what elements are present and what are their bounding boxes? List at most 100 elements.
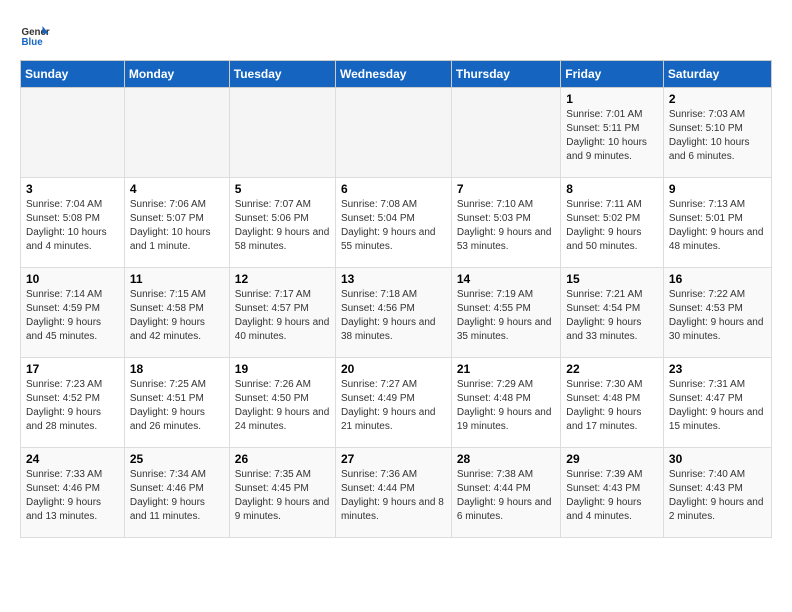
day-number: 17: [26, 362, 119, 376]
calendar-week-row: 17 Sunrise: 7:23 AM Sunset: 4:52 PM Dayli…: [21, 358, 772, 448]
weekday-header-sunday: Sunday: [21, 61, 125, 88]
calendar-cell: 8Sunrise: 7:11 AM Sunset: 5:02 PM Daylig…: [561, 178, 664, 268]
day-number: 16: [669, 272, 766, 286]
calendar-cell: 6 Sunrise: 7:08 AM Sunset: 5:04 PM Daylig…: [335, 178, 451, 268]
day-number: 6: [341, 182, 446, 196]
calendar-week-row: 10 Sunrise: 7:14 AM Sunset: 4:59 PM Dayli…: [21, 268, 772, 358]
calendar-cell: [451, 88, 560, 178]
day-info: Sunrise: 7:18 AM Sunset: 4:56 PM Dayligh…: [341, 288, 446, 344]
day-number: 5: [235, 182, 330, 196]
day-info: Sunrise: 7:38 AM Sunset: 4:44 PM Dayligh…: [457, 468, 555, 524]
day-number: 10: [26, 272, 119, 286]
calendar-cell: 12 Sunrise: 7:17 AM Sunset: 4:57 PM Dayli…: [229, 268, 335, 358]
day-info: Sunrise: 7:06 AM Sunset: 5:07 PM Dayligh…: [130, 198, 224, 254]
day-number: 3: [26, 182, 119, 196]
day-number: 2: [669, 92, 766, 106]
calendar-week-row: 24 Sunrise: 7:33 AM Sunset: 4:46 PM Dayli…: [21, 448, 772, 538]
calendar-cell: 19 Sunrise: 7:26 AM Sunset: 4:50 PM Dayli…: [229, 358, 335, 448]
day-number: 27: [341, 452, 446, 466]
day-info: Sunrise: 7:13 AM Sunset: 5:01 PM Dayligh…: [669, 198, 766, 254]
weekday-header-row: SundayMondayTuesdayWednesdayThursdayFrid…: [21, 61, 772, 88]
day-info: Sunrise: 7:39 AM Sunset: 4:43 PM Dayligh…: [566, 468, 658, 524]
day-number: 25: [130, 452, 224, 466]
day-info: Sunrise: 7:22 AM Sunset: 4:53 PM Dayligh…: [669, 288, 766, 344]
day-number: 9: [669, 182, 766, 196]
calendar-cell: 20 Sunrise: 7:27 AM Sunset: 4:49 PM Dayli…: [335, 358, 451, 448]
day-info: Sunrise: 7:23 AM Sunset: 4:52 PM Dayligh…: [26, 378, 119, 434]
day-number: 12: [235, 272, 330, 286]
day-number: 11: [130, 272, 224, 286]
calendar-cell: 1Sunrise: 7:01 AM Sunset: 5:11 PM Daylig…: [561, 88, 664, 178]
day-number: 19: [235, 362, 330, 376]
day-info: Sunrise: 7:36 AM Sunset: 4:44 PM Dayligh…: [341, 468, 446, 524]
calendar-cell: 2 Sunrise: 7:03 AM Sunset: 5:10 PM Daylig…: [663, 88, 771, 178]
day-number: 24: [26, 452, 119, 466]
weekday-header-thursday: Thursday: [451, 61, 560, 88]
calendar-cell: [21, 88, 125, 178]
calendar-week-row: 1Sunrise: 7:01 AM Sunset: 5:11 PM Daylig…: [21, 88, 772, 178]
day-info: Sunrise: 7:25 AM Sunset: 4:51 PM Dayligh…: [130, 378, 224, 434]
day-number: 14: [457, 272, 555, 286]
calendar-cell: 15 Sunrise: 7:21 AM Sunset: 4:54 PM Dayli…: [561, 268, 664, 358]
day-number: 30: [669, 452, 766, 466]
weekday-header-saturday: Saturday: [663, 61, 771, 88]
calendar-cell: 16 Sunrise: 7:22 AM Sunset: 4:53 PM Dayli…: [663, 268, 771, 358]
day-number: 15: [566, 272, 658, 286]
calendar-cell: 17 Sunrise: 7:23 AM Sunset: 4:52 PM Dayli…: [21, 358, 125, 448]
calendar-cell: 27 Sunrise: 7:36 AM Sunset: 4:44 PM Dayli…: [335, 448, 451, 538]
weekday-header-wednesday: Wednesday: [335, 61, 451, 88]
day-number: 28: [457, 452, 555, 466]
day-info: Sunrise: 7:27 AM Sunset: 4:49 PM Dayligh…: [341, 378, 446, 434]
weekday-header-friday: Friday: [561, 61, 664, 88]
day-info: Sunrise: 7:34 AM Sunset: 4:46 PM Dayligh…: [130, 468, 224, 524]
calendar-cell: 21 Sunrise: 7:29 AM Sunset: 4:48 PM Dayli…: [451, 358, 560, 448]
svg-text:Blue: Blue: [22, 37, 44, 48]
calendar-cell: 22 Sunrise: 7:30 AM Sunset: 4:48 PM Dayli…: [561, 358, 664, 448]
day-info: Sunrise: 7:03 AM Sunset: 5:10 PM Dayligh…: [669, 108, 766, 164]
weekday-header-tuesday: Tuesday: [229, 61, 335, 88]
day-number: 22: [566, 362, 658, 376]
day-info: Sunrise: 7:30 AM Sunset: 4:48 PM Dayligh…: [566, 378, 658, 434]
calendar-cell: 28 Sunrise: 7:38 AM Sunset: 4:44 PM Dayli…: [451, 448, 560, 538]
calendar-cell: 18Sunrise: 7:25 AM Sunset: 4:51 PM Dayli…: [124, 358, 229, 448]
calendar-cell: 10 Sunrise: 7:14 AM Sunset: 4:59 PM Dayli…: [21, 268, 125, 358]
calendar-cell: 26Sunrise: 7:35 AM Sunset: 4:45 PM Dayli…: [229, 448, 335, 538]
day-number: 29: [566, 452, 658, 466]
day-info: Sunrise: 7:08 AM Sunset: 5:04 PM Dayligh…: [341, 198, 446, 254]
calendar-week-row: 3 Sunrise: 7:04 AM Sunset: 5:08 PM Daylig…: [21, 178, 772, 268]
day-info: Sunrise: 7:19 AM Sunset: 4:55 PM Dayligh…: [457, 288, 555, 344]
calendar-cell: 24 Sunrise: 7:33 AM Sunset: 4:46 PM Dayli…: [21, 448, 125, 538]
day-info: Sunrise: 7:10 AM Sunset: 5:03 PM Dayligh…: [457, 198, 555, 254]
day-info: Sunrise: 7:33 AM Sunset: 4:46 PM Dayligh…: [26, 468, 119, 524]
calendar-cell: 3 Sunrise: 7:04 AM Sunset: 5:08 PM Daylig…: [21, 178, 125, 268]
calendar-cell: 25 Sunrise: 7:34 AM Sunset: 4:46 PM Dayli…: [124, 448, 229, 538]
calendar-cell: 29 Sunrise: 7:39 AM Sunset: 4:43 PM Dayli…: [561, 448, 664, 538]
day-info: Sunrise: 7:21 AM Sunset: 4:54 PM Dayligh…: [566, 288, 658, 344]
day-info: Sunrise: 7:01 AM Sunset: 5:11 PM Dayligh…: [566, 108, 658, 164]
logo: General Blue: [20, 20, 54, 50]
day-info: Sunrise: 7:14 AM Sunset: 4:59 PM Dayligh…: [26, 288, 119, 344]
day-info: Sunrise: 7:17 AM Sunset: 4:57 PM Dayligh…: [235, 288, 330, 344]
day-info: Sunrise: 7:04 AM Sunset: 5:08 PM Dayligh…: [26, 198, 119, 254]
calendar-cell: 30Sunrise: 7:40 AM Sunset: 4:43 PM Dayli…: [663, 448, 771, 538]
calendar-cell: 13Sunrise: 7:18 AM Sunset: 4:56 PM Dayli…: [335, 268, 451, 358]
calendar-cell: 4 Sunrise: 7:06 AM Sunset: 5:07 PM Daylig…: [124, 178, 229, 268]
calendar-cell: 7 Sunrise: 7:10 AM Sunset: 5:03 PM Daylig…: [451, 178, 560, 268]
day-number: 4: [130, 182, 224, 196]
calendar-cell: [229, 88, 335, 178]
calendar-cell: 23 Sunrise: 7:31 AM Sunset: 4:47 PM Dayli…: [663, 358, 771, 448]
calendar-cell: [124, 88, 229, 178]
day-number: 20: [341, 362, 446, 376]
day-info: Sunrise: 7:35 AM Sunset: 4:45 PM Dayligh…: [235, 468, 330, 524]
day-info: Sunrise: 7:31 AM Sunset: 4:47 PM Dayligh…: [669, 378, 766, 434]
day-number: 23: [669, 362, 766, 376]
day-info: Sunrise: 7:26 AM Sunset: 4:50 PM Dayligh…: [235, 378, 330, 434]
calendar-cell: 14 Sunrise: 7:19 AM Sunset: 4:55 PM Dayli…: [451, 268, 560, 358]
day-info: Sunrise: 7:29 AM Sunset: 4:48 PM Dayligh…: [457, 378, 555, 434]
day-number: 7: [457, 182, 555, 196]
day-number: 8: [566, 182, 658, 196]
day-number: 21: [457, 362, 555, 376]
calendar-cell: 11Sunrise: 7:15 AM Sunset: 4:58 PM Dayli…: [124, 268, 229, 358]
calendar-table: SundayMondayTuesdayWednesdayThursdayFrid…: [20, 60, 772, 538]
weekday-header-monday: Monday: [124, 61, 229, 88]
